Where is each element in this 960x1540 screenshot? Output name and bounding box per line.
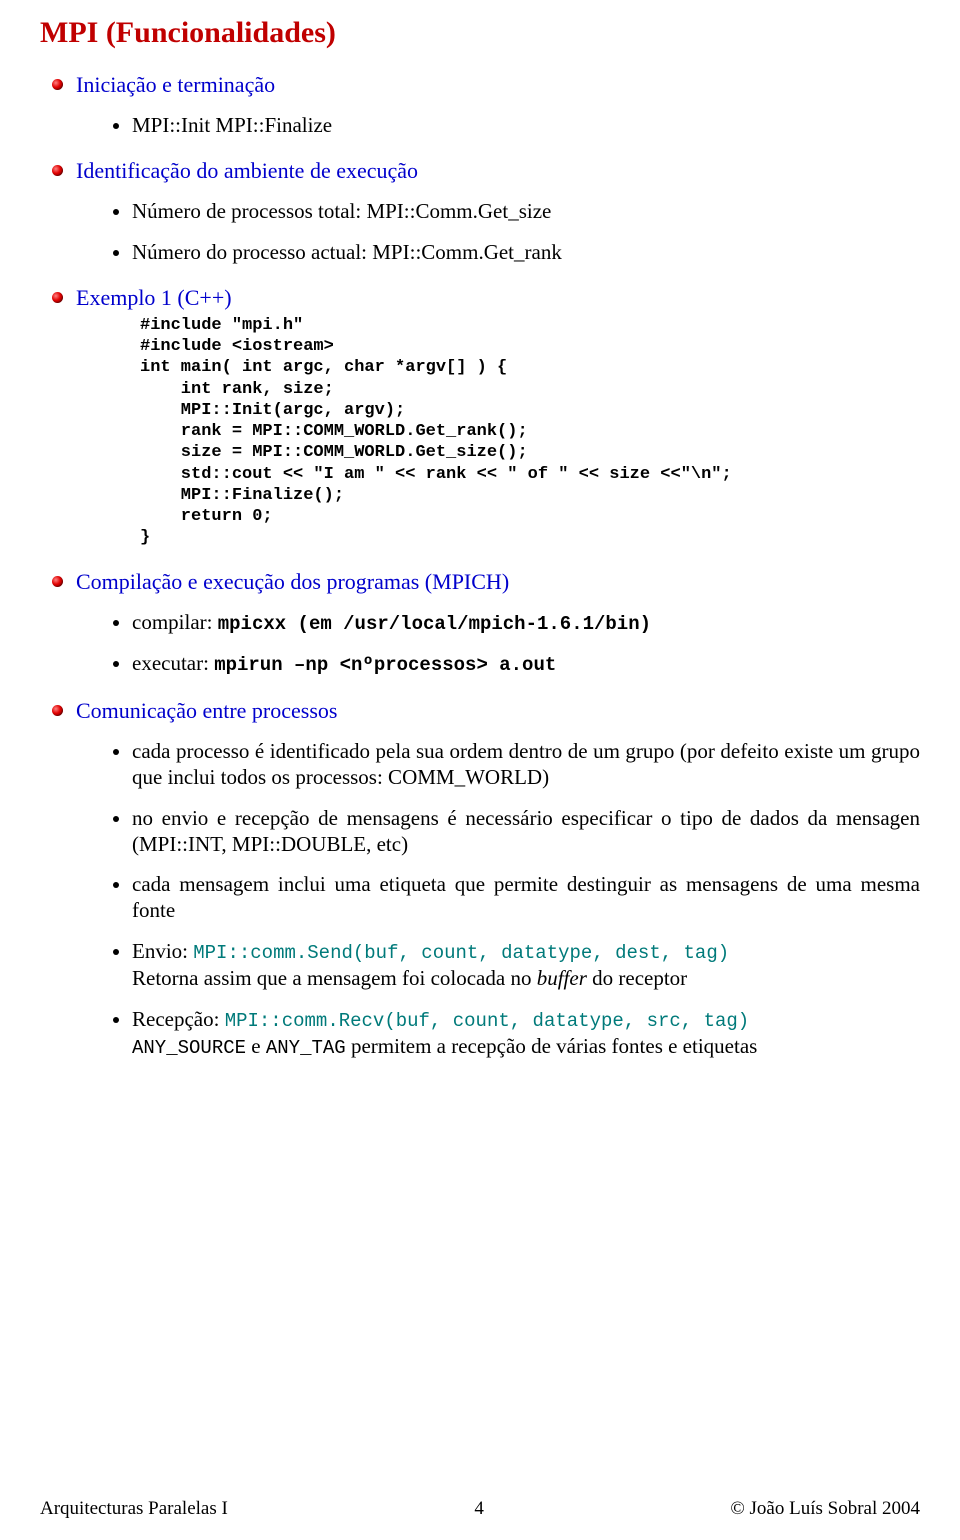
- init-items: MPI::Init MPI::Finalize: [76, 112, 920, 138]
- envio-buffer-word: buffer: [537, 966, 587, 990]
- ident-item-size: Número de processos total: MPI::Comm.Get…: [132, 198, 920, 224]
- footer-left: Arquitecturas Paralelas I: [40, 1498, 228, 1520]
- recv-desc: permitem a recepção de várias fontes e e…: [346, 1034, 758, 1058]
- content-list: Iniciação e terminação MPI::Init MPI::Fi…: [40, 72, 920, 1061]
- document-page: MPI (Funcionalidades) Iniciação e termin…: [0, 0, 960, 1540]
- envio-api: MPI::comm.Send(buf, count, datatype, des…: [193, 942, 729, 964]
- section-heading: Exemplo 1 (C++): [76, 285, 920, 311]
- comm-p1: cada processo é identificado pela sua or…: [132, 738, 920, 791]
- compile-items: compilar: mpicxx (em /usr/local/mpich-1.…: [76, 609, 920, 679]
- section-compile: Compilação e execução dos programas (MPI…: [40, 569, 920, 679]
- footer-right: © João Luís Sobral 2004: [730, 1498, 920, 1520]
- exec-prefix: executar:: [132, 651, 214, 675]
- section-init: Iniciação e terminação MPI::Init MPI::Fi…: [40, 72, 920, 138]
- ident-items: Número de processos total: MPI::Comm.Get…: [76, 198, 920, 265]
- init-api-item: MPI::Init MPI::Finalize: [132, 112, 920, 138]
- comm-items: cada processo é identificado pela sua or…: [76, 738, 920, 1061]
- page-footer: Arquitecturas Paralelas I 4 © João Luís …: [40, 1498, 920, 1520]
- comm-p3: cada mensagem inclui uma etiqueta que pe…: [132, 871, 920, 924]
- compile-cmd: mpicxx (em /usr/local/mpich-1.6.1/bin): [218, 613, 651, 635]
- recv-any-tag: ANY_TAG: [266, 1037, 346, 1059]
- exec-item: executar: mpirun –np <nºprocessos> a.out: [132, 650, 920, 678]
- section-example: Exemplo 1 (C++) #include "mpi.h" #includ…: [40, 285, 920, 549]
- page-title: MPI (Funcionalidades): [40, 16, 920, 50]
- section-comm: Comunicação entre processos cada process…: [40, 698, 920, 1061]
- comm-recv: Recepção: MPI::comm.Recv(buf, count, dat…: [132, 1006, 920, 1062]
- ident-item-rank: Número do processo actual: MPI::Comm.Get…: [132, 239, 920, 265]
- comm-p2: no envio e recepção de mensagens é neces…: [132, 805, 920, 858]
- recv-api: MPI::comm.Recv(buf, count, datatype, src…: [225, 1010, 750, 1032]
- envio-label: Envio:: [132, 939, 193, 963]
- envio-desc-c: do receptor: [587, 966, 687, 990]
- recv-mid: e: [246, 1034, 266, 1058]
- code-block: #include "mpi.h" #include <iostream> int…: [140, 315, 920, 549]
- section-heading: Iniciação e terminação: [76, 72, 920, 98]
- footer-page-number: 4: [474, 1498, 484, 1520]
- compile-prefix: compilar:: [132, 610, 218, 634]
- recv-label: Recepção:: [132, 1007, 225, 1031]
- recv-any-source: ANY_SOURCE: [132, 1037, 246, 1059]
- section-heading: Compilação e execução dos programas (MPI…: [76, 569, 920, 595]
- section-ident: Identificação do ambiente de execução Nú…: [40, 158, 920, 265]
- comm-envio: Envio: MPI::comm.Send(buf, count, dataty…: [132, 938, 920, 992]
- section-heading: Comunicação entre processos: [76, 698, 920, 724]
- compile-item: compilar: mpicxx (em /usr/local/mpich-1.…: [132, 609, 920, 637]
- envio-desc-a: Retorna assim que a mensagem foi colocad…: [132, 966, 537, 990]
- section-heading: Identificação do ambiente de execução: [76, 158, 920, 184]
- exec-cmd: mpirun –np <nºprocessos> a.out: [214, 654, 556, 676]
